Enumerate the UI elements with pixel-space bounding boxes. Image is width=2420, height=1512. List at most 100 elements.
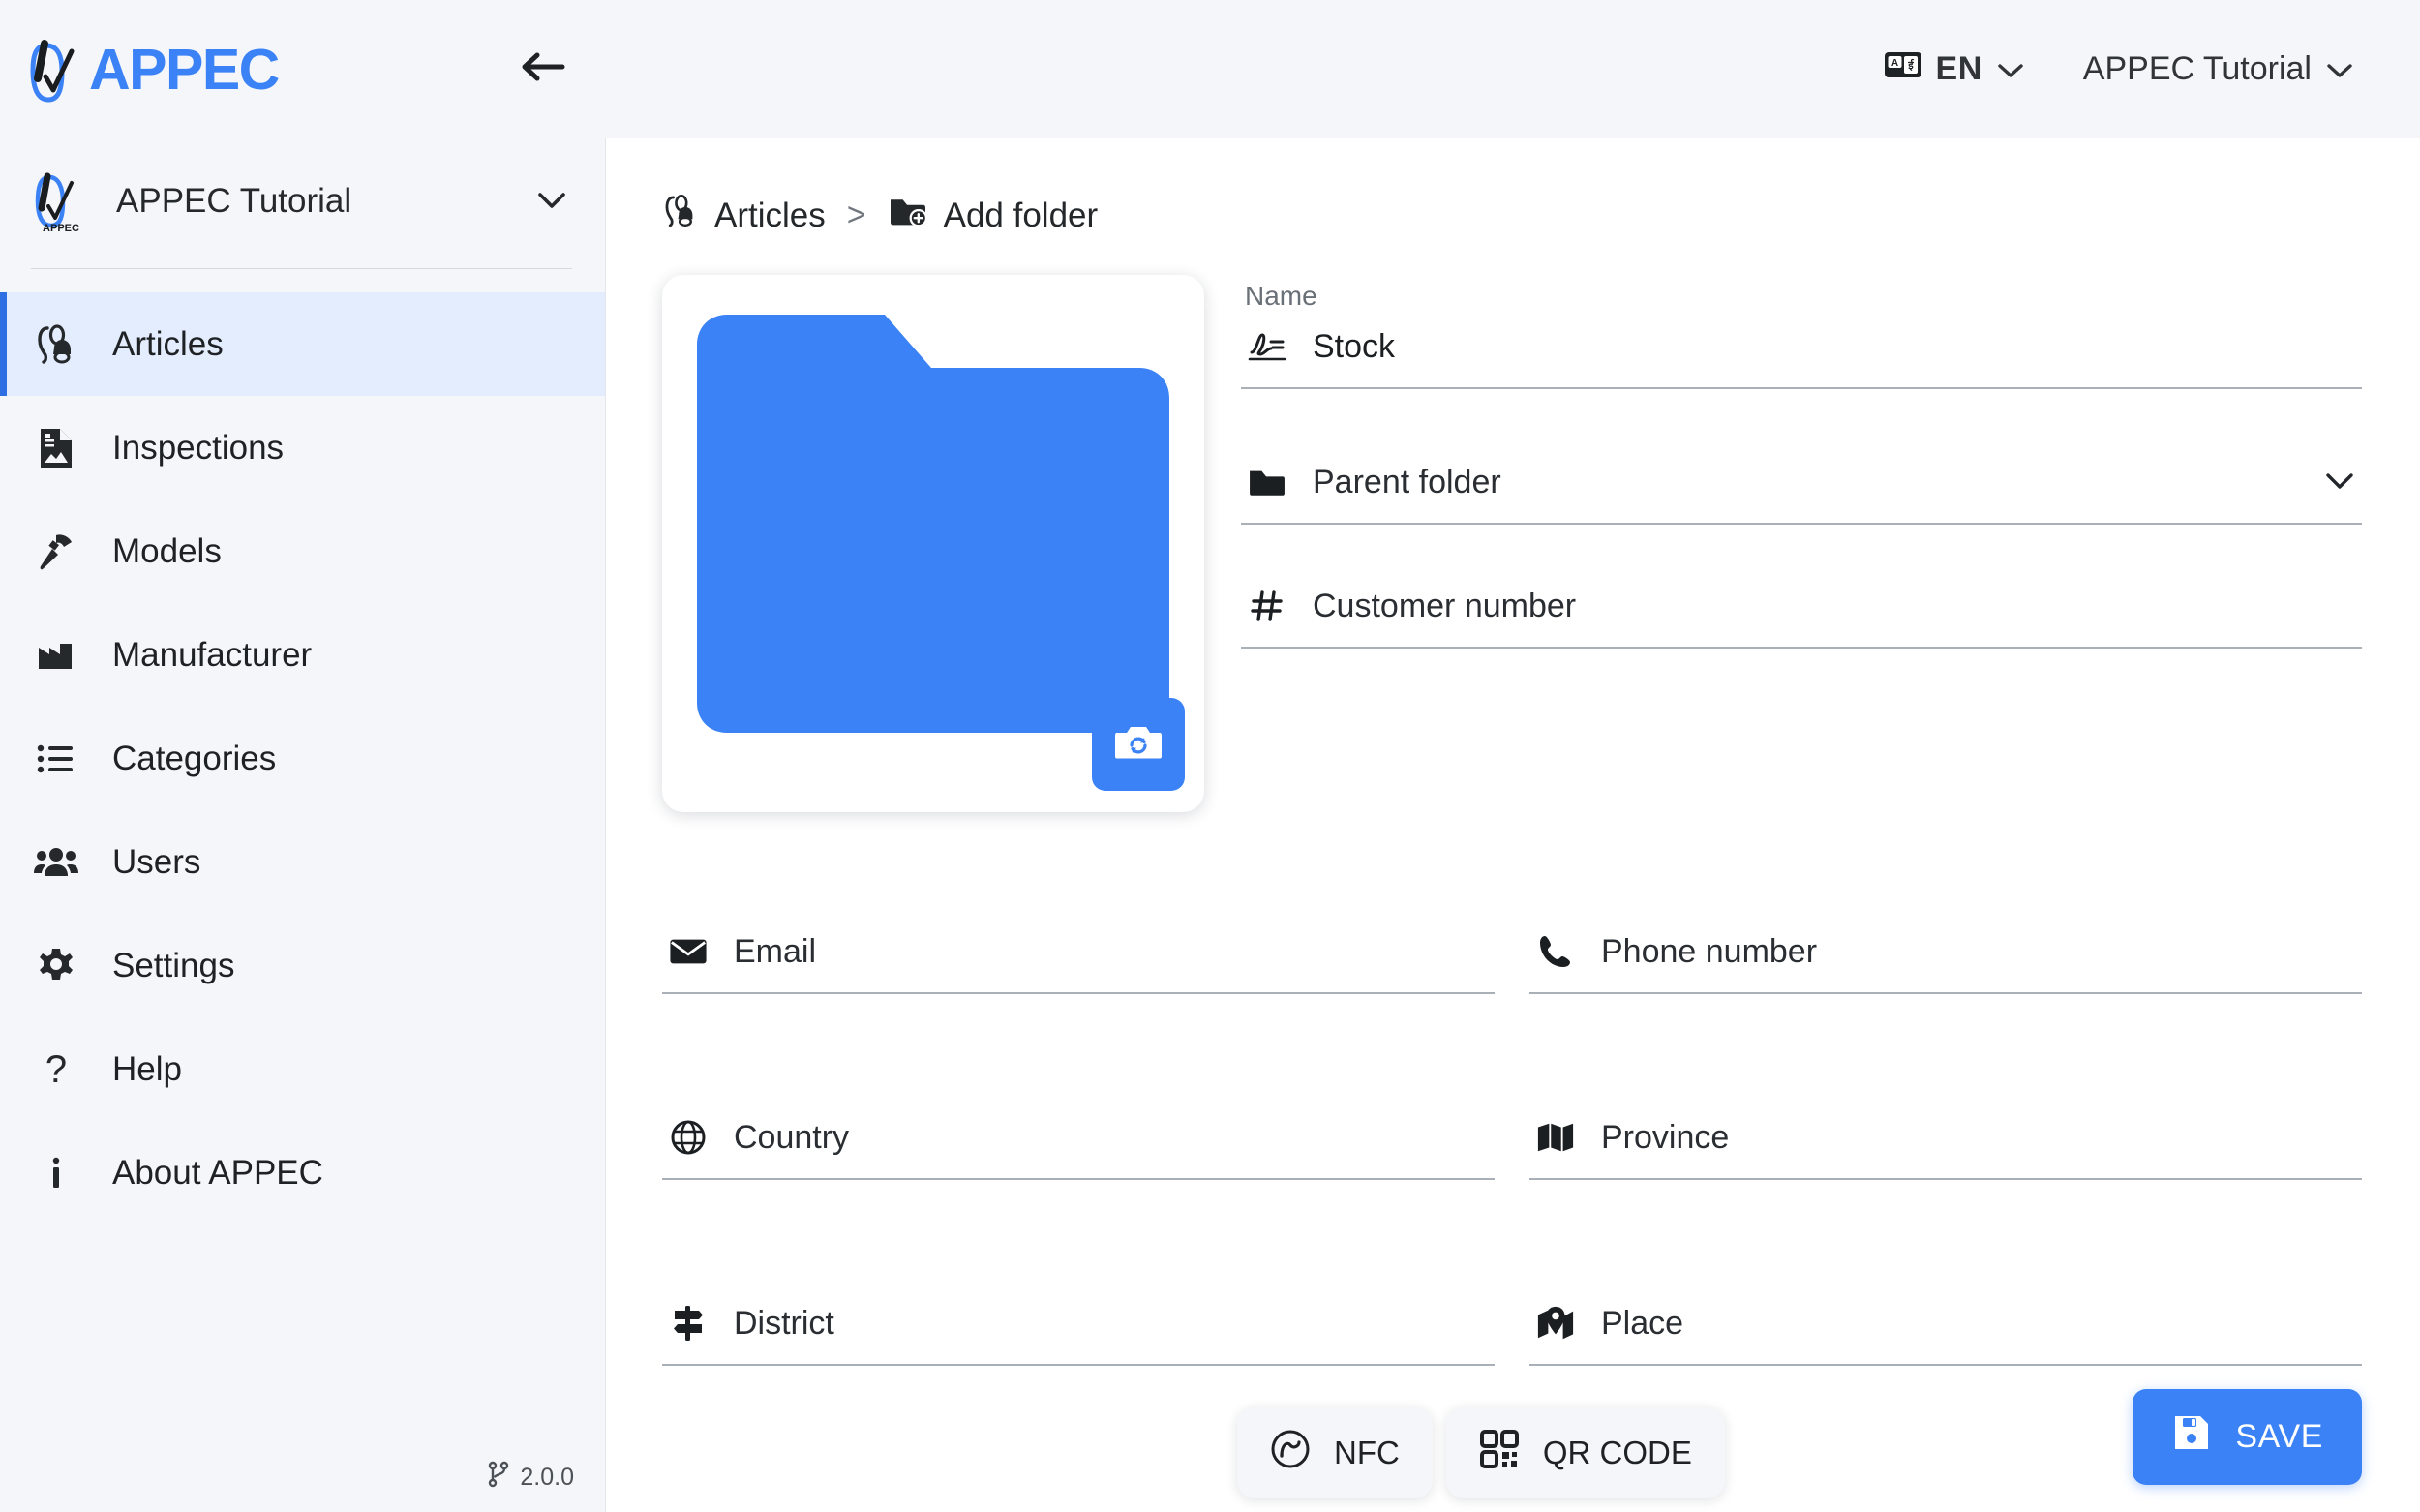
parent-folder-placeholder: Parent folder (1313, 464, 2298, 501)
file-image-icon (33, 425, 79, 471)
place-placeholder: Place (1601, 1305, 2356, 1343)
place-field[interactable]: Place (1529, 1302, 2362, 1366)
email-placeholder: Email (734, 933, 1489, 971)
hash-icon (1247, 586, 1287, 626)
sidebar-item-label: Help (112, 1050, 182, 1089)
appec-carabiner-logo-icon: APPEC (33, 169, 89, 233)
phone-number-placeholder: Phone number (1601, 933, 2356, 971)
name-field-label: Name (1241, 281, 2362, 312)
country-field[interactable]: Country (662, 1116, 1495, 1180)
info-icon (33, 1150, 79, 1196)
hammer-icon (33, 529, 79, 575)
save-button[interactable]: SAVE (2133, 1389, 2362, 1485)
sidebar-item-label: About APPEC (112, 1154, 323, 1193)
save-label: SAVE (2235, 1418, 2323, 1456)
change-photo-button[interactable] (1092, 698, 1185, 791)
chevron-down-icon[interactable] (2323, 469, 2356, 496)
signpost-icon (668, 1303, 709, 1344)
parent-folder-select[interactable]: Parent folder (1241, 461, 2362, 525)
language-selector[interactable]: A ई EN (1884, 49, 2025, 89)
back-arrow-icon (518, 47, 566, 91)
sidebar-item-label: Categories (112, 740, 276, 778)
primary-fields: Name Stock (1241, 275, 2362, 812)
nfc-button[interactable]: NFC (1237, 1407, 1433, 1498)
breadcrumb-current-label: Add folder (944, 197, 1099, 235)
sidebar-item-manufacturer[interactable]: Manufacturer (0, 603, 605, 707)
breadcrumb-articles[interactable]: Articles (662, 193, 826, 238)
users-icon (33, 839, 79, 886)
district-field[interactable]: District (662, 1302, 1495, 1366)
nfc-icon (1270, 1429, 1311, 1477)
sidebar-item-help[interactable]: ? Help (0, 1017, 605, 1121)
appec-carabiner-logo-icon (29, 34, 89, 106)
ppe-equipment-icon (662, 193, 699, 238)
sidebar-item-inspections[interactable]: Inspections (0, 396, 605, 499)
svg-text:APPEC: APPEC (43, 223, 79, 233)
top-bar-right: A ई EN APPEC Tutorial (1884, 49, 2354, 89)
svg-text:?: ? (45, 1048, 67, 1091)
name-field[interactable]: Stock (1241, 325, 2362, 389)
sidebar-item-articles[interactable]: Articles (0, 292, 605, 396)
phone-icon (1535, 931, 1576, 972)
svg-text:A: A (1891, 58, 1897, 69)
sidebar-divider (31, 268, 572, 269)
sidebar-nav: Articles Inspections (0, 292, 605, 1225)
body-row: APPEC APPEC Tutorial (0, 138, 2420, 1512)
top-bar: APPEC A ई (0, 0, 2420, 138)
email-field[interactable]: Email (662, 930, 1495, 994)
folder-plus-icon (888, 194, 928, 237)
breadcrumb-add-folder: Add folder (888, 194, 1099, 237)
breadcrumb-parent-label: Articles (714, 197, 826, 235)
camera-refresh-icon (1114, 721, 1163, 769)
breadcrumb-separator: > (843, 197, 870, 234)
version-text: 2.0.0 (520, 1464, 574, 1492)
breadcrumb: Articles > Add folder (606, 193, 2420, 238)
sidebar-item-about-appec[interactable]: About APPEC (0, 1121, 605, 1225)
app-version: 2.0.0 (487, 1461, 574, 1495)
form-top-section: Name Stock (606, 238, 2420, 812)
map-marked-icon (1535, 1303, 1576, 1344)
app-logo[interactable]: APPEC (29, 34, 279, 106)
sidebar-item-label: Models (112, 532, 222, 571)
sidebar-item-settings[interactable]: Settings (0, 914, 605, 1017)
translate-icon: A ई (1884, 49, 1922, 89)
sidebar-item-label: Inspections (112, 429, 284, 468)
chevron-down-icon (1996, 50, 2025, 88)
name-field-value: Stock (1313, 328, 2356, 366)
folder-image-card[interactable] (662, 275, 1204, 812)
chevron-down-icon (535, 189, 568, 215)
list-icon (33, 736, 79, 782)
envelope-icon (668, 931, 709, 972)
country-placeholder: Country (734, 1119, 1489, 1157)
sidebar-tenant-selector[interactable]: APPEC APPEC Tutorial (0, 138, 605, 262)
signature-icon (1247, 326, 1287, 367)
map-icon (1535, 1117, 1576, 1158)
tenant-selector-header[interactable]: APPEC Tutorial (2083, 50, 2354, 88)
back-button[interactable] (511, 39, 573, 101)
qr-code-icon (1479, 1429, 1520, 1477)
qr-code-label: QR CODE (1543, 1435, 1692, 1471)
province-placeholder: Province (1601, 1119, 2356, 1157)
ppe-equipment-icon (33, 321, 79, 368)
floppy-disk-icon (2171, 1412, 2212, 1462)
language-code: EN (1936, 50, 1982, 88)
sidebar-item-categories[interactable]: Categories (0, 707, 605, 810)
province-field[interactable]: Province (1529, 1116, 2362, 1180)
sidebar: APPEC APPEC Tutorial (0, 138, 606, 1512)
sidebar-item-users[interactable]: Users (0, 810, 605, 914)
tenant-name-header: APPEC Tutorial (2083, 50, 2312, 88)
chevron-down-icon (2325, 50, 2354, 88)
folder-icon (1247, 462, 1287, 502)
question-mark-icon: ? (33, 1046, 79, 1093)
sidebar-item-models[interactable]: Models (0, 499, 605, 603)
sidebar-item-label: Articles (112, 325, 224, 364)
globe-icon (668, 1117, 709, 1158)
main-content: Articles > Add folder (606, 138, 2420, 1512)
qr-code-button[interactable]: QR CODE (1446, 1407, 1725, 1498)
secondary-fields-grid: Email Phone number (606, 812, 2420, 1366)
customer-number-field[interactable]: Customer number (1241, 585, 2362, 649)
logo-text: APPEC (89, 37, 279, 103)
phone-number-field[interactable]: Phone number (1529, 930, 2362, 994)
district-placeholder: District (734, 1305, 1489, 1343)
tag-action-chips: NFC QR CODE (1237, 1407, 1725, 1498)
